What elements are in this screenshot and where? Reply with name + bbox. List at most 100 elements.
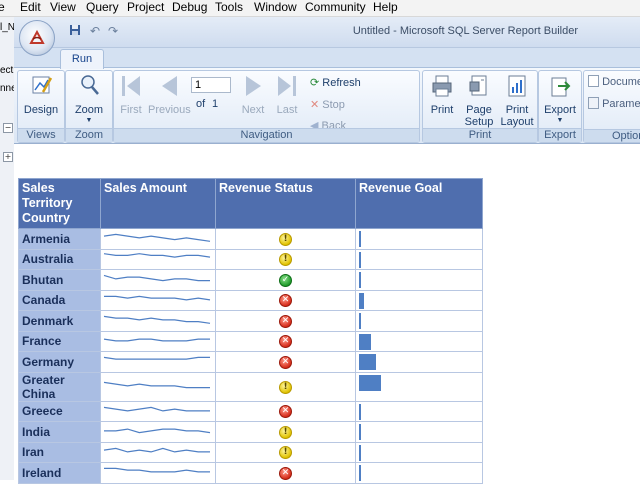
country-cell: India: [18, 421, 101, 443]
revenue-status-cell: !: [215, 421, 356, 443]
sparkline-line: [103, 406, 210, 412]
next-page-icon: [246, 76, 261, 96]
expand-icon[interactable]: +: [3, 152, 13, 162]
design-button[interactable]: Design: [22, 74, 60, 118]
menu-tools[interactable]: Tools: [215, 0, 243, 16]
stop-button[interactable]: ✕ Stop: [310, 98, 345, 111]
report-table: Sales Territory Country Sales Amount Rev…: [18, 178, 483, 484]
error-icon: ✕: [279, 405, 292, 419]
redo-icon[interactable]: ↷: [106, 24, 120, 38]
refresh-button[interactable]: ⟳ Refresh: [310, 76, 361, 89]
goal-bar: [359, 333, 371, 350]
sparkline-line: [103, 338, 210, 342]
table-row: Iran!: [18, 441, 483, 463]
revenue-goal-cell: [355, 269, 483, 291]
country-cell: Australia: [18, 248, 101, 270]
goal-bar: [359, 354, 376, 370]
sales-amount-cell: [100, 248, 216, 270]
options-group: Docume Paramet Option: [583, 70, 640, 143]
save-icon[interactable]: [68, 24, 82, 38]
sales-amount-cell: [100, 310, 216, 332]
menu-query[interactable]: Query: [86, 0, 119, 16]
zoom-group: Zoom ▼ Zoom: [65, 70, 113, 143]
first-label: First: [120, 104, 142, 116]
next-page-button[interactable]: Next: [238, 74, 268, 118]
menu-view[interactable]: View: [50, 0, 76, 16]
table-row: India!: [18, 421, 483, 443]
country-cell: Canada: [18, 289, 101, 311]
page-setup-icon: [469, 75, 487, 96]
goal-bar: [359, 403, 361, 420]
application-button[interactable]: [19, 20, 55, 56]
menu-debug[interactable]: Debug: [172, 0, 207, 16]
document-map-button[interactable]: Docume: [588, 75, 640, 88]
next-label: Next: [241, 104, 265, 116]
last-page-button[interactable]: Last: [272, 74, 302, 118]
revenue-goal-cell: [355, 400, 483, 422]
table-row: Greater China!: [18, 371, 483, 402]
report-body: Armenia! Australia! Bhutan ✓ Canada ✕ Denmark ✕…: [18, 228, 483, 484]
parameters-label: Paramet: [602, 98, 640, 110]
window-title: Untitled - Microsoft SQL Server Report B…: [352, 25, 578, 37]
ide-left-fragment-3: nne: [0, 83, 14, 94]
tab-run[interactable]: Run: [60, 49, 104, 69]
sparkline: [103, 252, 211, 258]
ribbon-tab-row: [14, 48, 640, 67]
sparkline: [104, 428, 211, 434]
sales-amount-cell: [100, 371, 216, 402]
refresh-label: Refresh: [322, 77, 361, 89]
revenue-status-cell: !: [215, 228, 356, 250]
ide-left-fragment-2: ect: [0, 65, 14, 76]
country-cell: Germany: [18, 351, 101, 373]
header-revenue-goal: Revenue Goal: [355, 178, 483, 229]
first-page-button[interactable]: First: [116, 74, 146, 118]
ribbon: Design Views Zoom ▼ Zoom First Previous …: [14, 67, 640, 144]
print-layout-button[interactable]: Print Layout: [499, 74, 535, 130]
page-number-input[interactable]: [191, 77, 231, 93]
revenue-goal-cell: [355, 310, 483, 332]
zoom-button[interactable]: Zoom ▼: [70, 74, 108, 126]
check-icon: ✓: [279, 273, 292, 287]
goal-bar: [359, 374, 381, 391]
page-total: 1: [212, 98, 219, 110]
country-cell: Bhutan: [18, 269, 101, 291]
goal-bar: [359, 444, 361, 461]
previous-page-icon: [162, 76, 177, 96]
export-icon: [551, 77, 571, 97]
parameters-button[interactable]: Paramet: [588, 97, 640, 110]
sales-amount-cell: [100, 330, 216, 352]
page-setup-button[interactable]: Page Setup: [461, 74, 497, 130]
goal-bar: [359, 465, 361, 481]
print-layout-label-2: Layout: [500, 116, 534, 128]
sales-amount-cell: [100, 289, 216, 311]
country-cell: Armenia: [18, 228, 101, 250]
revenue-goal-cell: [355, 330, 483, 352]
menu-edit[interactable]: Edit: [20, 0, 41, 16]
menu-file[interactable]: e: [0, 0, 5, 16]
expand-icon[interactable]: −: [3, 123, 13, 133]
report-header-row: Sales Territory Country Sales Amount Rev…: [18, 178, 483, 229]
zoom-group-label: Zoom: [66, 128, 112, 142]
warning-icon: !: [279, 232, 292, 246]
views-group-label: Views: [18, 128, 64, 142]
menu-project[interactable]: Project: [127, 0, 164, 16]
revenue-status-cell: ✕: [215, 330, 356, 352]
canvas-divider: [14, 143, 640, 144]
sales-amount-cell: [100, 400, 216, 422]
print-label: Print: [430, 104, 454, 116]
menu-window[interactable]: Window: [254, 0, 297, 16]
print-button[interactable]: Print: [425, 74, 459, 118]
error-icon: ✕: [279, 466, 292, 480]
sparkline-line: [103, 275, 210, 282]
export-button[interactable]: Export ▼: [540, 74, 580, 126]
revenue-goal-cell: [355, 421, 483, 443]
goal-bar: [359, 292, 364, 309]
revenue-goal-cell: [355, 289, 483, 311]
table-row: Greece ✕: [18, 400, 483, 422]
undo-icon[interactable]: ↶: [88, 24, 102, 38]
menu-help[interactable]: Help: [373, 0, 398, 16]
menu-community[interactable]: Community: [305, 0, 366, 16]
previous-page-button[interactable]: Previous: [148, 74, 191, 118]
sales-amount-cell: [100, 421, 216, 443]
goal-bar: [359, 313, 361, 329]
